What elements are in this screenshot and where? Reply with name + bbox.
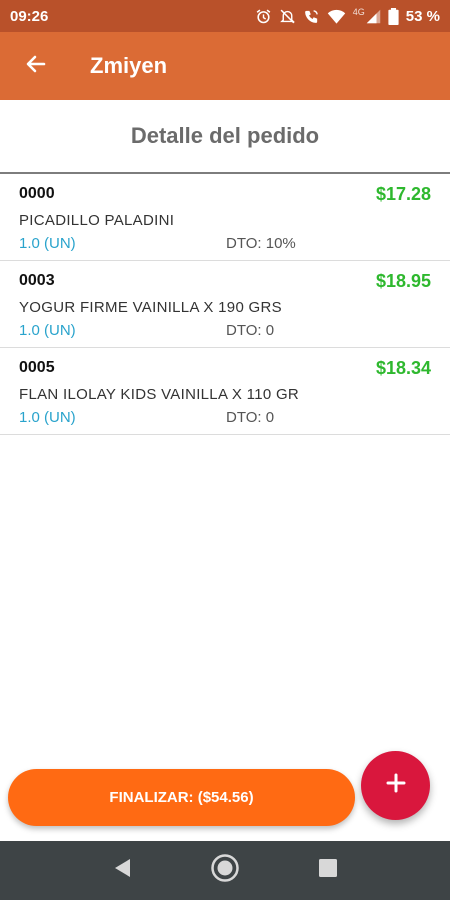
item-discount: DTO: 10% (226, 235, 296, 252)
status-bar: 09:26 4G 53 % (0, 0, 450, 32)
order-item[interactable]: 0005 $18.34 FLAN ILOLAY KIDS VAINILLA X … (0, 348, 450, 435)
item-code: 0003 (19, 272, 55, 289)
item-quantity: 1.0 (UN) (19, 409, 76, 426)
triangle-back-icon (112, 857, 132, 884)
notifications-off-icon (279, 8, 296, 25)
item-code: 0000 (19, 185, 55, 202)
battery-icon (388, 7, 399, 25)
item-price: $18.34 (375, 358, 431, 378)
square-recents-icon (318, 858, 338, 883)
order-item[interactable]: 0003 $18.95 YOGUR FIRME VAINILLA X 190 G… (0, 261, 450, 348)
item-name: FLAN ILOLAY KIDS VAINILLA X 110 GR (19, 386, 300, 403)
cell-signal-icon (366, 9, 381, 24)
system-nav-bar (0, 841, 450, 900)
network-type: 4G (352, 7, 365, 17)
plus-icon (385, 772, 407, 799)
add-item-button[interactable] (361, 751, 430, 820)
item-price: $18.95 (375, 271, 431, 291)
alarm-icon (255, 8, 272, 25)
battery-percent: 53 % (405, 7, 440, 25)
item-discount: DTO: 0 (226, 409, 275, 426)
nav-back-button[interactable] (100, 849, 144, 893)
wifi-icon (327, 8, 346, 25)
item-price: $17.28 (375, 184, 431, 204)
nav-home-button[interactable] (203, 849, 247, 893)
nav-recents-button[interactable] (306, 849, 350, 893)
item-name: PICADILLO PALADINI (19, 212, 175, 229)
status-time: 09:26 (10, 7, 49, 25)
order-item[interactable]: 0000 $17.28 PICADILLO PALADINI 1.0 (UN) … (0, 174, 450, 261)
item-name: YOGUR FIRME VAINILLA X 190 GRS (19, 299, 282, 316)
page-title: Detalle del pedido (130, 123, 320, 148)
app-title: Zmiyen (90, 53, 168, 78)
home-circle-icon (210, 853, 240, 888)
back-button[interactable] (0, 32, 72, 100)
order-list: 0000 $17.28 PICADILLO PALADINI 1.0 (UN) … (0, 174, 450, 435)
finalize-button[interactable]: FINALIZAR: ($54.56) (8, 769, 355, 826)
item-quantity: 1.0 (UN) (19, 235, 76, 252)
wifi-call-icon (303, 8, 320, 25)
item-code: 0005 (19, 359, 55, 376)
status-icons: 4G 53 % (255, 7, 440, 25)
app-bar: Zmiyen (0, 32, 450, 100)
item-discount: DTO: 0 (226, 322, 275, 339)
arrow-left-icon (24, 52, 48, 81)
item-quantity: 1.0 (UN) (19, 322, 76, 339)
